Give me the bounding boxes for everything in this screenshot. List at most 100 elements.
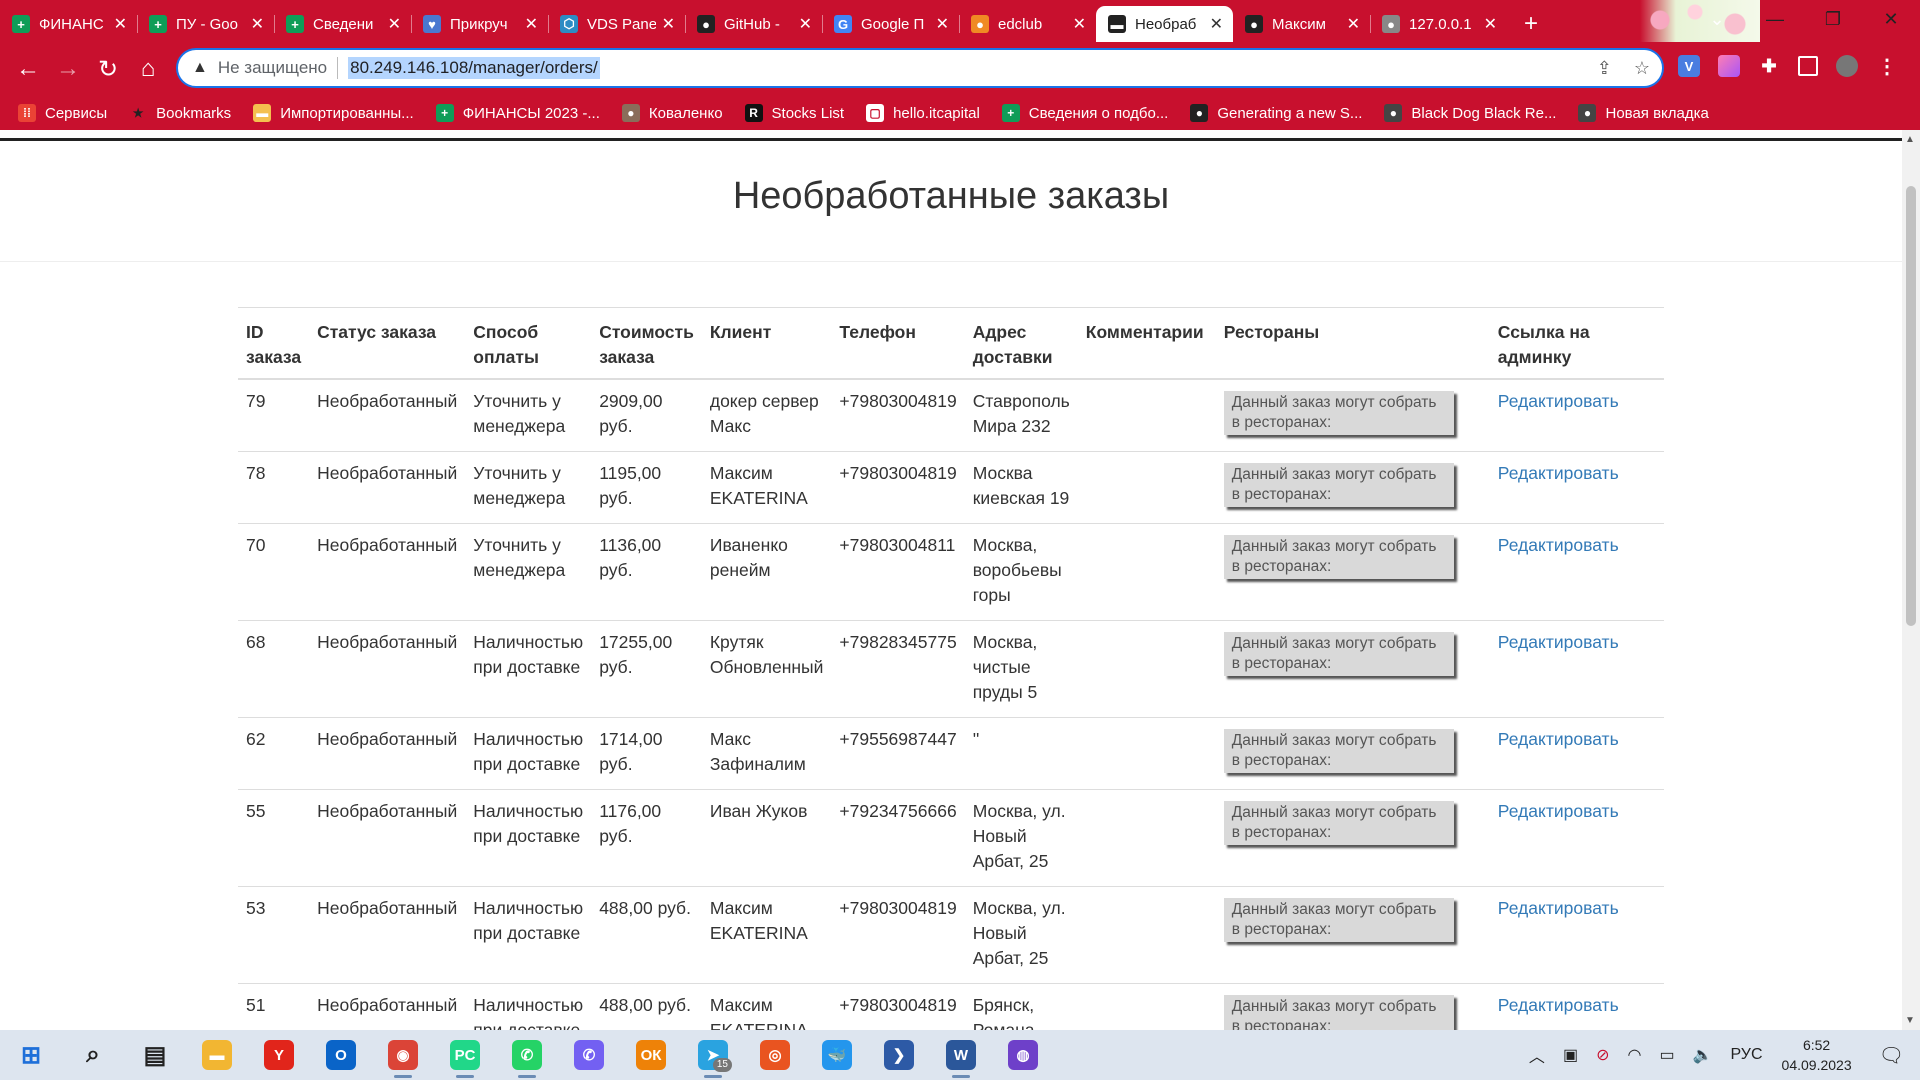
restaurants-select[interactable]: Данный заказ могут собрать в ресторанах: — [1223, 995, 1454, 1030]
browser-tab[interactable]: + ФИНАНС ✕ — [0, 6, 137, 42]
taskbar-button[interactable]: ✆ — [558, 1030, 620, 1080]
edit-order-link[interactable]: Редактировать — [1498, 995, 1619, 1015]
browser-tab[interactable]: ⬡ VDS Pane ✕ — [548, 6, 685, 42]
address-bar[interactable]: ▲ Не защищено 80.249.146.108/manager/ord… — [176, 48, 1664, 88]
browser-tab[interactable]: ● GitHub - ✕ — [685, 6, 822, 42]
tab-close-icon[interactable]: ✕ — [1210, 14, 1223, 34]
tab-close-icon[interactable]: ✕ — [1073, 14, 1086, 34]
taskbar-button[interactable]: Y — [248, 1030, 310, 1080]
browser-tab[interactable]: ● 127.0.0.1 ✕ — [1370, 6, 1507, 42]
page-scrollbar[interactable]: ▲ ▼ — [1902, 130, 1920, 1030]
home-icon[interactable]: ⌂ — [132, 53, 164, 85]
browser-tab[interactable]: + ПУ - Goo ✕ — [137, 6, 274, 42]
taskbar-button[interactable]: ▤ — [124, 1030, 186, 1080]
extensions-puzzle-icon[interactable]: ✚ — [1758, 55, 1780, 77]
share-icon[interactable]: ⇪ — [1597, 58, 1612, 79]
taskbar-button[interactable]: ОК — [620, 1030, 682, 1080]
taskbar-button[interactable]: ✆ — [496, 1030, 558, 1080]
notifications-icon[interactable]: 🗨 — [1879, 1043, 1904, 1068]
taskbar-button[interactable]: PC — [434, 1030, 496, 1080]
browser-tab[interactable]: ▬ Необраб ✕ — [1096, 6, 1233, 42]
battery-icon[interactable]: ▭ — [1659, 1045, 1674, 1065]
new-tab-button[interactable]: + — [1513, 6, 1549, 42]
taskbar-button[interactable]: ➤ 15 — [682, 1030, 744, 1080]
warning-triangle-icon[interactable]: ▲ — [192, 59, 208, 77]
tab-close-icon[interactable]: ✕ — [936, 14, 949, 34]
scroll-up-arrow-icon[interactable]: ▲ — [1905, 134, 1915, 145]
tab-search-chevron-icon[interactable]: ⌄ — [1688, 9, 1746, 30]
volume-icon[interactable]: 🔈 — [1693, 1045, 1713, 1065]
restaurants-select[interactable]: Данный заказ могут собрать в ресторанах: — [1223, 535, 1454, 579]
bookmark-item[interactable]: R Stocks List — [744, 104, 844, 122]
tab-close-icon[interactable]: ✕ — [114, 14, 127, 34]
url-text[interactable]: 80.249.146.108/manager/orders/ — [348, 57, 600, 79]
wifi-icon[interactable]: ◠ — [1627, 1045, 1641, 1065]
restaurants-select[interactable]: Данный заказ могут собрать в ресторанах: — [1223, 391, 1454, 435]
browser-tab[interactable]: ● Максим ✕ — [1233, 6, 1370, 42]
taskbar-button[interactable]: ❯ — [868, 1030, 930, 1080]
restaurants-select[interactable]: Данный заказ могут собрать в ресторанах: — [1223, 898, 1454, 942]
bookmark-item[interactable]: ★ Bookmarks — [129, 104, 231, 122]
taskbar-button[interactable]: 🐳 — [806, 1030, 868, 1080]
bookmark-item[interactable]: ● Generating a new S... — [1190, 104, 1362, 122]
taskbar-button[interactable]: O — [310, 1030, 372, 1080]
bookmark-item[interactable]: ● Коваленко — [621, 104, 723, 122]
vpn-extension-icon[interactable]: V — [1678, 55, 1700, 77]
browser-tab[interactable]: + Сведени ✕ — [274, 6, 411, 42]
bookmark-item[interactable]: ● Black Dog Black Re... — [1384, 104, 1556, 122]
taskbar-button[interactable]: ◍ — [992, 1030, 1054, 1080]
bookmark-star-icon[interactable]: ☆ — [1634, 58, 1650, 79]
bookmark-item[interactable]: ⁞⁞ Сервисы — [18, 104, 107, 122]
browser-tab[interactable]: ● edclub ✕ — [959, 6, 1096, 42]
tray-overflow-chevron-icon[interactable]: ︿ — [1529, 1043, 1545, 1067]
edit-order-link[interactable]: Редактировать — [1498, 463, 1619, 483]
edit-order-link[interactable]: Редактировать — [1498, 801, 1619, 821]
bookmark-item[interactable]: ● Новая вкладка — [1578, 104, 1709, 122]
restaurants-select[interactable]: Данный заказ могут собрать в ресторанах: — [1223, 463, 1454, 507]
tab-close-icon[interactable]: ✕ — [251, 14, 264, 34]
forward-arrow-icon[interactable]: → — [52, 53, 84, 85]
tab-close-icon[interactable]: ✕ — [525, 14, 538, 34]
restaurants-select[interactable]: Данный заказ могут собрать в ресторанах: — [1223, 801, 1454, 845]
edit-order-link[interactable]: Редактировать — [1498, 391, 1619, 411]
tab-close-icon[interactable]: ✕ — [799, 14, 812, 34]
clock[interactable]: 6:52 04.09.2023 — [1782, 1035, 1852, 1075]
edit-order-link[interactable]: Редактировать — [1498, 632, 1619, 652]
edit-order-link[interactable]: Редактировать — [1498, 898, 1619, 918]
bookmark-item[interactable]: + ФИНАНСЫ 2023 -... — [435, 104, 600, 122]
language-indicator[interactable]: РУС — [1730, 1046, 1762, 1064]
tab-close-icon[interactable]: ✕ — [1484, 14, 1497, 34]
tab-close-icon[interactable]: ✕ — [388, 14, 401, 34]
edit-order-link[interactable]: Редактировать — [1498, 535, 1619, 555]
bookmark-item[interactable]: + Сведения о подбо... — [1001, 104, 1168, 122]
security-label[interactable]: Не защищено — [218, 58, 327, 78]
back-arrow-icon[interactable]: ← — [12, 53, 44, 85]
side-panel-icon[interactable] — [1798, 56, 1818, 76]
taskbar-button[interactable]: ⌕ — [62, 1030, 124, 1080]
reload-icon[interactable]: ↻ — [92, 53, 124, 85]
tab-close-icon[interactable]: ✕ — [1347, 14, 1360, 34]
scroll-down-arrow-icon[interactable]: ▼ — [1905, 1015, 1915, 1026]
bookmark-item[interactable]: ▬ Импортированны... — [253, 104, 414, 122]
bookmark-item[interactable]: ▢ hello.itcapital — [866, 104, 980, 122]
meet-now-icon[interactable]: ▣ — [1563, 1045, 1578, 1065]
edit-order-link[interactable]: Редактировать — [1498, 729, 1619, 749]
minimize-button[interactable]: — — [1746, 9, 1804, 30]
security-alert-icon[interactable]: ⊘ — [1596, 1045, 1609, 1065]
restore-button[interactable]: ❐ — [1804, 9, 1862, 30]
tab-close-icon[interactable]: ✕ — [662, 14, 675, 34]
restaurants-select[interactable]: Данный заказ могут собрать в ресторанах: — [1223, 729, 1454, 773]
taskbar-button[interactable]: W — [930, 1030, 992, 1080]
restaurants-select[interactable]: Данный заказ могут собрать в ресторанах: — [1223, 632, 1454, 676]
taskbar-button[interactable]: ◉ — [372, 1030, 434, 1080]
profile-avatar[interactable] — [1836, 55, 1858, 77]
close-window-button[interactable]: ✕ — [1862, 9, 1920, 30]
taskbar-button[interactable]: ▬ — [186, 1030, 248, 1080]
taskbar-button[interactable]: ◎ — [744, 1030, 806, 1080]
menu-kebab-icon[interactable]: ⋮ — [1876, 55, 1898, 78]
browser-tab[interactable]: G Google П ✕ — [822, 6, 959, 42]
taskbar-button[interactable]: ⊞ — [0, 1030, 62, 1080]
browser-tab[interactable]: ♥ Прикруч ✕ — [411, 6, 548, 42]
scrollbar-thumb[interactable] — [1906, 186, 1916, 626]
color-extension-icon[interactable] — [1718, 55, 1740, 77]
